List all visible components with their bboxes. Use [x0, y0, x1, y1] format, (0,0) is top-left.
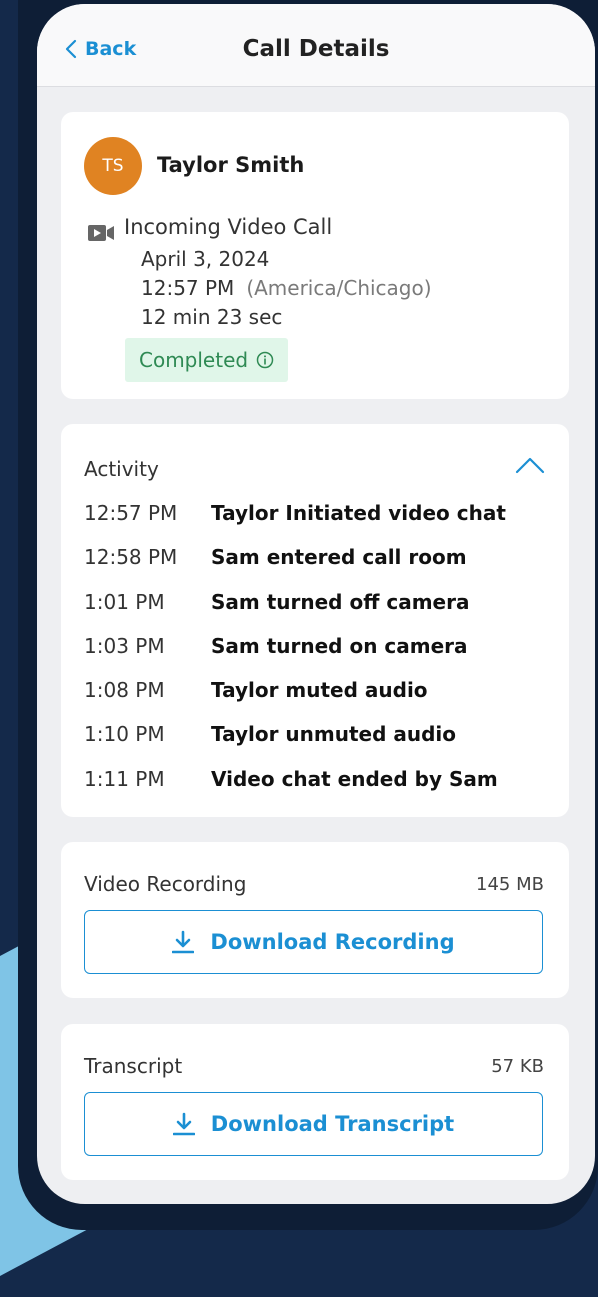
- recording-size: 145 MB: [476, 874, 544, 895]
- avatar: TS: [84, 137, 142, 195]
- activity-time: 12:57 PM: [84, 501, 178, 525]
- activity-event: Taylor unmuted audio: [211, 722, 457, 747]
- video-recording-card: Video Recording 145 MB Download Recordin…: [61, 842, 569, 998]
- chevron-up-icon: [515, 457, 545, 474]
- activity-event: Taylor muted audio: [211, 678, 428, 703]
- download-transcript-label: Download Transcript: [210, 1112, 455, 1136]
- activity-time: 12:58 PM: [84, 545, 178, 570]
- call-date: April 3, 2024: [141, 247, 270, 271]
- activity-list: 12:57 PM Taylor Initiated video chat 12:…: [84, 501, 554, 811]
- download-icon: [172, 1112, 195, 1136]
- recording-label: Video Recording: [84, 872, 247, 896]
- download-recording-button[interactable]: Download Recording: [84, 910, 543, 974]
- transcript-card: Transcript 57 KB Download Transcript: [61, 1024, 569, 1180]
- page-title: Call Details: [242, 36, 390, 62]
- transcript-size: 57 KB: [491, 1056, 544, 1077]
- activity-heading: Activity: [84, 457, 159, 481]
- activity-item: 1:01 PM Sam turned off camera: [84, 590, 554, 634]
- activity-card: Activity 12:57 PM Taylor Initiated video…: [61, 424, 569, 817]
- activity-item: 1:10 PM Taylor unmuted audio: [84, 722, 554, 766]
- download-icon: [172, 930, 195, 954]
- contact-name: Taylor Smith: [157, 153, 305, 177]
- activity-time: 1:08 PM: [84, 678, 165, 703]
- status-label: Completed: [139, 348, 249, 372]
- activity-item: 12:57 PM Taylor Initiated video chat: [84, 501, 554, 545]
- call-time-row: 12:57 PM (America/Chicago): [141, 276, 432, 300]
- call-timezone: (America/Chicago): [246, 276, 432, 300]
- phone-screen: Back Call Details TS Taylor Smith Incomi…: [37, 4, 595, 1204]
- activity-item: 1:03 PM Sam turned on camera: [84, 634, 554, 678]
- download-transcript-button[interactable]: Download Transcript: [84, 1092, 543, 1156]
- activity-time: 1:11 PM: [84, 766, 165, 791]
- collapse-activity-button[interactable]: [515, 456, 545, 478]
- activity-event: Video chat ended by Sam: [211, 766, 498, 791]
- nav-bar: Back Call Details: [37, 4, 595, 87]
- activity-time: 1:03 PM: [84, 633, 165, 658]
- activity-event: Sam turned off camera: [211, 589, 470, 614]
- activity-item: 1:11 PM Video chat ended by Sam: [84, 767, 554, 811]
- transcript-label: Transcript: [84, 1054, 183, 1078]
- activity-event: Sam turned on camera: [211, 633, 468, 658]
- activity-event: Taylor Initiated video chat: [211, 501, 506, 525]
- activity-time: 1:10 PM: [84, 722, 165, 747]
- activity-item: 1:08 PM Taylor muted audio: [84, 678, 554, 722]
- call-summary-card: TS Taylor Smith Incoming Video Call Apri…: [61, 112, 569, 399]
- video-camera-icon: [88, 225, 114, 241]
- info-icon: [256, 351, 274, 369]
- activity-item: 12:58 PM Sam entered call room: [84, 545, 554, 589]
- call-time: 12:57 PM: [141, 276, 235, 300]
- call-type: Incoming Video Call: [124, 215, 333, 239]
- download-recording-label: Download Recording: [210, 930, 455, 954]
- avatar-initials: TS: [102, 156, 124, 176]
- activity-event: Sam entered call room: [211, 545, 467, 570]
- activity-time: 1:01 PM: [84, 589, 165, 614]
- call-duration: 12 min 23 sec: [141, 305, 283, 329]
- status-badge[interactable]: Completed: [125, 338, 289, 382]
